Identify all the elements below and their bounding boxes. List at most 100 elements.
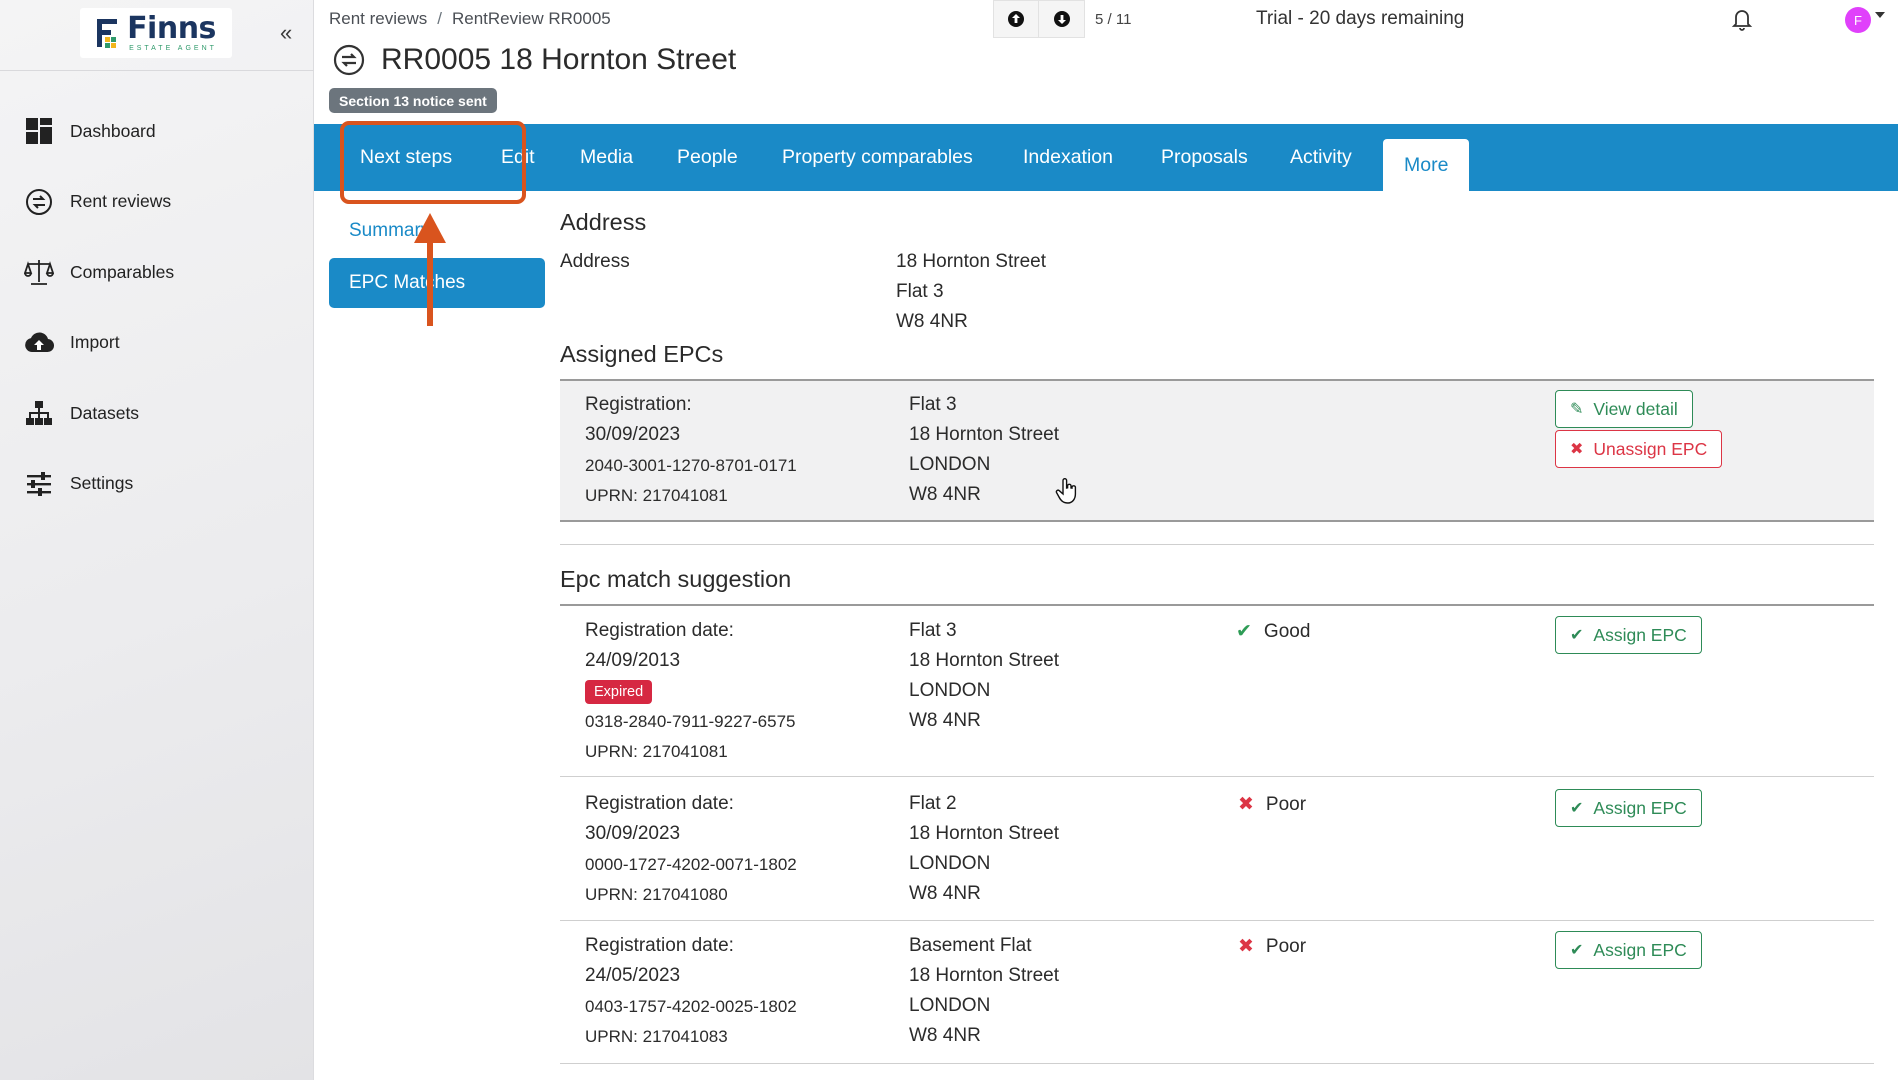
edit-icon: ✎ bbox=[1570, 401, 1584, 418]
sidebar-item-label: Dashboard bbox=[70, 120, 156, 141]
tab-indexation[interactable]: Indexation bbox=[1023, 124, 1113, 191]
avatar[interactable]: F bbox=[1845, 7, 1871, 33]
assign-epc-button[interactable]: ✔ Assign EPC bbox=[1555, 789, 1702, 827]
uprn: UPRN: 217041080 bbox=[585, 885, 728, 904]
cross-icon: ✖ bbox=[1238, 794, 1254, 815]
assign-epc-button[interactable]: ✔ Assign EPC bbox=[1555, 616, 1702, 654]
epc-address-line: W8 4NR bbox=[909, 1025, 981, 1046]
sidebar-item-dashboard[interactable]: Dashboard bbox=[0, 96, 314, 167]
logo[interactable]: Finns ESTATE AGENT bbox=[80, 8, 232, 58]
certificate-number: 2040-3001-1270-8701-0171 bbox=[585, 456, 797, 475]
sidebar-item-label: Settings bbox=[70, 473, 134, 494]
tab-next-steps[interactable]: Next steps bbox=[360, 124, 452, 191]
hand-cursor-icon bbox=[1055, 478, 1077, 504]
epc-address-line: LONDON bbox=[909, 454, 991, 475]
arrow-down-circle-icon bbox=[1053, 11, 1070, 27]
divider bbox=[560, 920, 1874, 921]
collapse-sidebar-button[interactable]: « bbox=[280, 20, 292, 46]
trial-status: Trial - 20 days remaining bbox=[1256, 8, 1465, 29]
check-icon: ✔ bbox=[1236, 621, 1252, 642]
sidebar-item-import[interactable]: Import bbox=[0, 308, 314, 379]
match-rating-label: Poor bbox=[1265, 935, 1307, 957]
page-title: RR0005 18 Hornton Street bbox=[381, 43, 737, 76]
address-line: Flat 3 bbox=[896, 281, 944, 302]
sidebar-item-rent-reviews[interactable]: Rent reviews bbox=[0, 167, 314, 238]
tab-more[interactable]: More bbox=[1383, 139, 1470, 191]
sidebar-item-label: Comparables bbox=[70, 261, 175, 282]
tab-proposals[interactable]: Proposals bbox=[1161, 124, 1248, 191]
registration-date-label: Registration date: bbox=[585, 620, 734, 641]
registration-date-label: Registration date: bbox=[585, 935, 734, 956]
match-rating: ✖ Poor bbox=[1238, 793, 1306, 816]
breadcrumb: Rent reviews / RentReview RR0005 bbox=[329, 9, 611, 29]
tab-property-comparables[interactable]: Property comparables bbox=[782, 124, 973, 191]
logo-name: Finns bbox=[127, 11, 216, 46]
cross-icon: ✖ bbox=[1238, 936, 1254, 957]
address-line: 18 Hornton Street bbox=[896, 251, 1046, 272]
sidebar-item-settings[interactable]: Settings bbox=[0, 449, 314, 520]
sidebar-item-label: Datasets bbox=[70, 402, 140, 423]
unassign-epc-button[interactable]: ✖ Unassign EPC bbox=[1555, 430, 1723, 468]
address-line: W8 4NR bbox=[896, 311, 968, 332]
address-label: Address bbox=[560, 251, 630, 272]
epc-match-suggestion-heading: Epc match suggestion bbox=[560, 566, 792, 592]
assign-epc-button[interactable]: ✔ Assign EPC bbox=[1555, 931, 1702, 969]
tab-edit[interactable]: Edit bbox=[501, 124, 535, 191]
registration-label: Registration: bbox=[585, 394, 692, 415]
annotation-arrow-icon bbox=[414, 213, 446, 243]
address-heading: Address bbox=[560, 209, 647, 235]
breadcrumb-link-rent-reviews[interactable]: Rent reviews bbox=[329, 9, 427, 29]
epc-address-line: Basement Flat bbox=[909, 935, 1032, 956]
divider bbox=[560, 776, 1874, 777]
sliders-icon bbox=[24, 469, 54, 499]
epc-address-line: 18 Hornton Street bbox=[909, 424, 1059, 445]
cloud-upload-icon bbox=[24, 328, 54, 358]
sidebar-item-comparables[interactable]: Comparables bbox=[0, 237, 314, 308]
epc-address-line: LONDON bbox=[909, 995, 991, 1016]
logo-icon bbox=[97, 19, 118, 48]
tab-activity[interactable]: Activity bbox=[1290, 124, 1352, 191]
assign-epc-label: Assign EPC bbox=[1593, 939, 1687, 960]
match-rating: ✖ Poor bbox=[1238, 935, 1306, 958]
unassign-epc-label: Unassign EPC bbox=[1593, 438, 1708, 459]
registration-date: 30/09/2023 bbox=[585, 424, 681, 445]
registration-date: 30/09/2023 bbox=[585, 823, 681, 844]
logo-subtitle: ESTATE AGENT bbox=[129, 45, 217, 52]
match-rating: ✔ Good bbox=[1236, 620, 1310, 643]
breadcrumb-separator: / bbox=[437, 9, 442, 28]
bell-icon[interactable] bbox=[1730, 6, 1754, 32]
epc-address-line: W8 4NR bbox=[909, 710, 981, 731]
sidebar-divider bbox=[0, 70, 314, 71]
sidebar-item-datasets[interactable]: Datasets bbox=[0, 378, 314, 449]
uprn: UPRN: 217041081 bbox=[585, 486, 728, 505]
chevron-down-icon[interactable] bbox=[1875, 12, 1885, 18]
epc-address-line: W8 4NR bbox=[909, 484, 981, 505]
tab-media[interactable]: Media bbox=[580, 124, 633, 191]
epc-address-line: W8 4NR bbox=[909, 883, 981, 904]
sidebar-nav: Dashboard Rent reviews Comparables Impor… bbox=[0, 96, 314, 519]
check-icon: ✔ bbox=[1570, 627, 1584, 644]
match-rating-label: Good bbox=[1263, 620, 1311, 642]
epc-address-line: 18 Hornton Street bbox=[909, 823, 1059, 844]
rent-review-icon bbox=[24, 187, 54, 217]
hierarchy-icon bbox=[24, 398, 54, 428]
epc-address-line: Flat 3 bbox=[909, 394, 957, 415]
arrow-up-circle-icon bbox=[1008, 11, 1024, 27]
previous-record-button[interactable] bbox=[993, 0, 1039, 38]
epc-address-line: 18 Hornton Street bbox=[909, 650, 1059, 671]
subnav-epc-matches[interactable]: EPC Matches bbox=[329, 258, 545, 308]
tab-people[interactable]: People bbox=[677, 124, 738, 191]
divider bbox=[560, 1063, 1874, 1064]
sidebar-item-label: Import bbox=[70, 332, 120, 353]
divider bbox=[560, 604, 1874, 606]
registration-date: 24/05/2023 bbox=[585, 965, 681, 986]
epc-address-line: 18 Hornton Street bbox=[909, 965, 1059, 986]
certificate-number: 0403-1757-4202-0025-1802 bbox=[585, 997, 797, 1016]
certificate-number: 0318-2840-7911-9227-6575 bbox=[585, 712, 796, 731]
epc-address-line: Flat 3 bbox=[909, 620, 957, 641]
match-rating-label: Poor bbox=[1265, 793, 1307, 815]
view-detail-button[interactable]: ✎ View detail bbox=[1555, 390, 1693, 428]
view-detail-label: View detail bbox=[1593, 398, 1678, 419]
next-record-button[interactable] bbox=[1039, 0, 1085, 38]
status-badge: Section 13 notice sent bbox=[329, 88, 497, 113]
